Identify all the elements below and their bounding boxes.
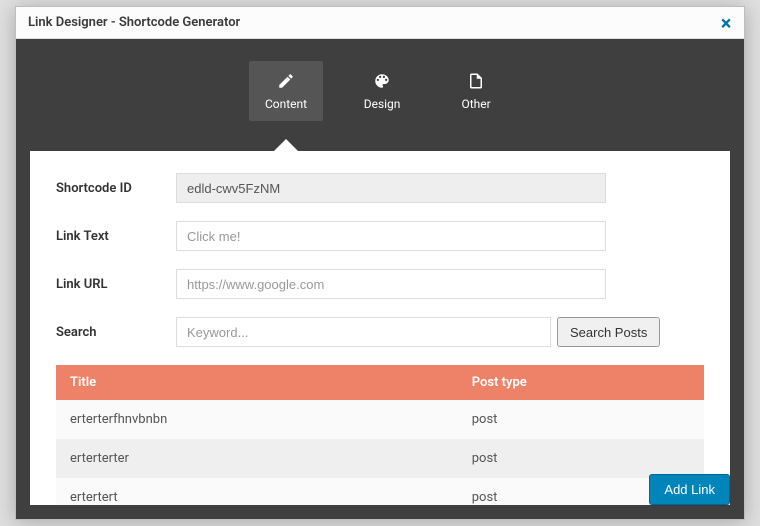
search-input[interactable]: [176, 317, 551, 347]
row-search: Search Search Posts: [56, 317, 704, 347]
content-area: Shortcode ID Link Text Link URL Search S…: [16, 151, 744, 519]
col-posttype: Post type: [458, 365, 704, 400]
tab-other[interactable]: Other: [441, 61, 511, 121]
row-link-text: Link Text: [56, 221, 704, 251]
footer: Add Link: [649, 474, 730, 505]
cell-title: erterterfhnvbnbn: [56, 400, 458, 439]
tab-content[interactable]: Content: [249, 61, 323, 121]
cell-posttype: post: [458, 439, 704, 478]
close-button[interactable]: ×: [712, 9, 740, 37]
link-url-label: Link URL: [56, 277, 176, 292]
col-title: Title: [56, 365, 458, 400]
row-shortcode-id: Shortcode ID: [56, 173, 704, 203]
tab-label: Other: [461, 97, 490, 111]
form-panel: Shortcode ID Link Text Link URL Search S…: [30, 151, 730, 505]
search-posts-button[interactable]: Search Posts: [557, 317, 660, 347]
table-row[interactable]: erterterter post: [56, 439, 704, 478]
edit-icon: [276, 71, 296, 91]
link-url-input[interactable]: [176, 269, 606, 299]
modal-dialog: Link Designer - Shortcode Generator × Co…: [15, 6, 745, 520]
palette-icon: [372, 71, 392, 91]
add-link-button[interactable]: Add Link: [649, 474, 730, 505]
modal-title: Link Designer - Shortcode Generator: [28, 15, 240, 30]
link-text-label: Link Text: [56, 229, 176, 244]
results-table: Title Post type erterterfhnvbnbn post er…: [56, 365, 704, 505]
row-link-url: Link URL: [56, 269, 704, 299]
table-row[interactable]: ertertert post: [56, 478, 704, 505]
tab-label: Content: [265, 97, 307, 111]
tabs-bar: Content Design Other: [16, 39, 744, 151]
link-text-input[interactable]: [176, 221, 606, 251]
cell-title: ertertert: [56, 478, 458, 505]
shortcode-id-input: [176, 173, 606, 203]
document-icon: [466, 71, 486, 91]
table-header-row: Title Post type: [56, 365, 704, 400]
tab-label: Design: [364, 97, 401, 111]
table-row[interactable]: erterterfhnvbnbn post: [56, 400, 704, 439]
cell-title: erterterter: [56, 439, 458, 478]
close-icon: ×: [721, 11, 732, 35]
cell-posttype: post: [458, 400, 704, 439]
search-label: Search: [56, 325, 176, 340]
shortcode-id-label: Shortcode ID: [56, 181, 176, 196]
modal-header: Link Designer - Shortcode Generator ×: [16, 7, 744, 39]
tab-design[interactable]: Design: [347, 61, 417, 121]
